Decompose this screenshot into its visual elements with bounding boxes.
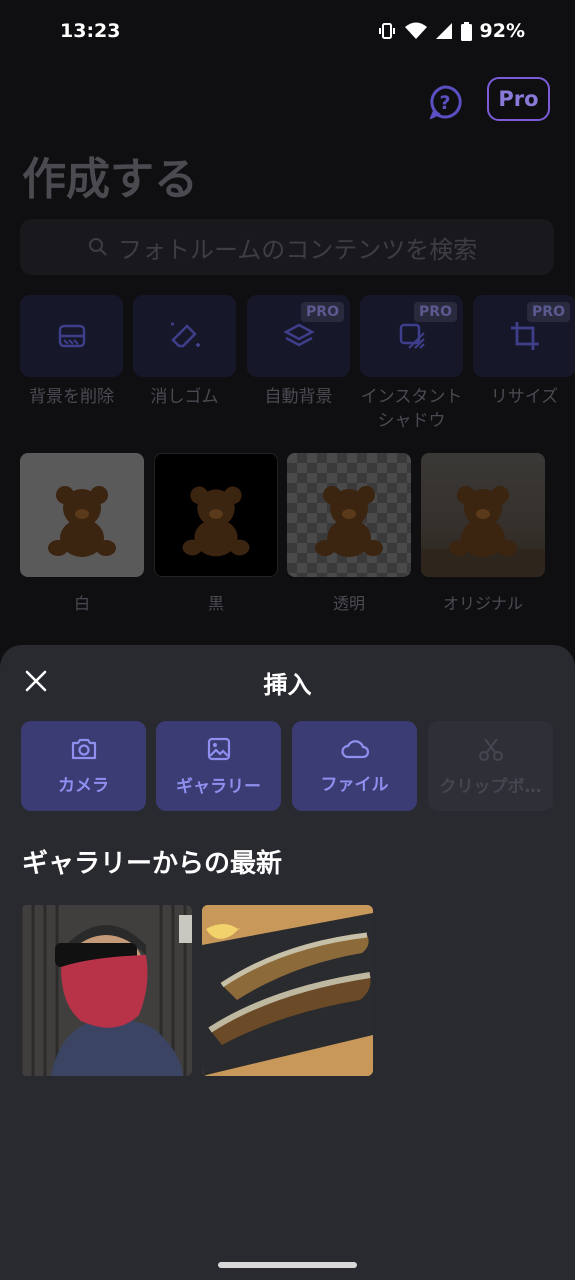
background-white-thumbnail[interactable]	[20, 453, 144, 577]
insert-gallery-button[interactable]: ギャラリー	[156, 721, 281, 811]
portrait-photo	[21, 905, 192, 1076]
sheet-title: 挿入	[263, 671, 312, 699]
background-label: 透明	[332, 594, 365, 613]
tool-label: インスタントシャドウ	[360, 387, 463, 431]
background-label: 黒	[207, 594, 224, 613]
background-transparent-thumbnail[interactable]	[287, 453, 411, 577]
tool-resize-tile[interactable]: PRO	[473, 295, 575, 377]
tool-auto-background-tile[interactable]: PRO	[247, 295, 350, 377]
shadow-icon	[399, 323, 425, 349]
pro-badge: PRO	[527, 302, 570, 322]
tool-label: 自動背景	[264, 387, 333, 407]
insert-bottom-sheet: 挿入 カメラ ギャラリー ファイル クリップボ… ギャラリーからの最新	[0, 645, 575, 1280]
clock: 13:23	[60, 20, 121, 42]
camera-icon	[71, 738, 96, 759]
insert-camera-label: カメラ	[58, 775, 109, 796]
status-bar: 13:23 92%	[0, 0, 575, 64]
page-title: 作成する	[22, 154, 198, 205]
teddy-bear-image	[315, 486, 383, 557]
insert-gallery-label: ギャラリー	[176, 776, 261, 797]
battery-icon	[460, 21, 472, 41]
tool-remove-background[interactable]: 背景を削除	[20, 295, 123, 409]
tool-resize[interactable]: PRO リサイズ	[473, 295, 575, 409]
teddy-bear-image	[182, 486, 250, 557]
tool-label: 消しゴム	[150, 387, 219, 407]
tool-auto-background[interactable]: PRO 自動背景	[247, 295, 350, 409]
scissors-icon	[478, 737, 503, 761]
tool-label: 背景を削除	[29, 387, 114, 407]
insert-file-label: ファイル	[320, 774, 389, 795]
tool-remove-background-tile[interactable]	[20, 295, 123, 377]
gallery-photo-fish[interactable]	[202, 905, 373, 1076]
svg-text:?: ?	[439, 92, 450, 114]
search-icon	[89, 238, 107, 256]
help-icon[interactable]: ?	[428, 85, 462, 119]
pro-badge: PRO	[301, 302, 344, 322]
background-label: オリジナル	[442, 594, 523, 613]
tool-eraser-tile[interactable]	[133, 295, 236, 377]
signal-icon	[435, 23, 452, 39]
pro-button[interactable]: Pro	[487, 77, 550, 121]
eraser-icon	[170, 322, 200, 348]
search-input[interactable]: フォトルームのコンテンツを検索	[20, 219, 554, 275]
insert-clipboard-label: クリップボ…	[439, 776, 542, 797]
background-original-thumbnail[interactable]	[421, 453, 545, 577]
erase-bg-icon	[58, 324, 85, 348]
recent-gallery-heading: ギャラリーからの最新	[22, 849, 283, 879]
pro-badge: PRO	[414, 302, 457, 322]
insert-clipboard-button[interactable]: クリップボ…	[428, 721, 553, 811]
tool-eraser[interactable]: 消しゴム	[133, 295, 236, 409]
background-black-thumbnail[interactable]	[154, 453, 278, 577]
wifi-icon	[404, 22, 427, 39]
layers-icon	[282, 323, 315, 347]
grilled-fish-photo	[202, 905, 373, 1076]
home-indicator[interactable]	[218, 1262, 357, 1268]
gallery-photo-portrait[interactable]	[21, 905, 192, 1076]
crop-icon	[510, 322, 539, 350]
background-label: 白	[73, 594, 90, 613]
status-icons: 92%	[377, 20, 525, 42]
tool-label: リサイズ	[490, 387, 559, 407]
insert-file-button[interactable]: ファイル	[292, 721, 417, 811]
tool-instant-shadow[interactable]: PRO インスタントシャドウ	[360, 295, 463, 433]
search-placeholder: フォトルームのコンテンツを検索	[118, 235, 478, 264]
tool-instant-shadow-tile[interactable]: PRO	[360, 295, 463, 377]
battery-level: 92%	[479, 20, 525, 42]
vibrate-icon	[378, 23, 395, 39]
cloud-icon	[340, 739, 369, 758]
image-icon	[207, 737, 230, 760]
insert-camera-button[interactable]: カメラ	[21, 721, 146, 811]
teddy-bear-image	[48, 486, 116, 557]
teddy-bear-image	[421, 486, 545, 577]
